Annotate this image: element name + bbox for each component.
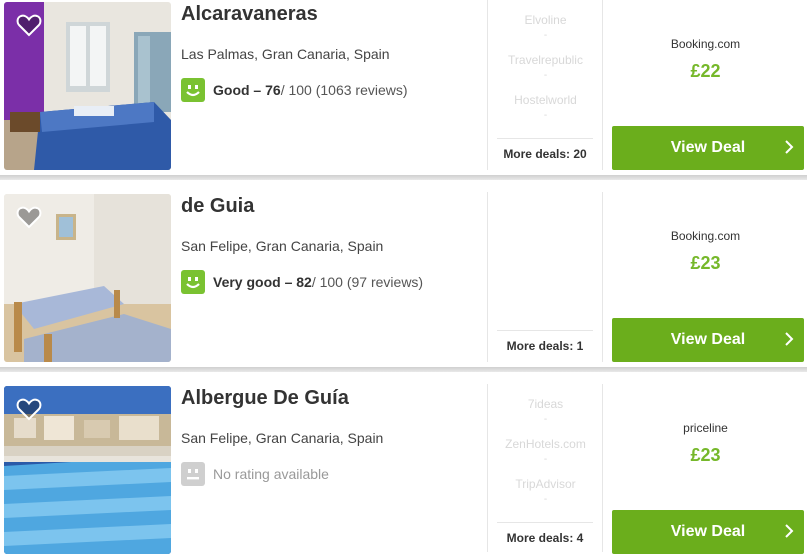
card-divider	[0, 175, 807, 180]
deal-price: £22	[690, 61, 721, 81]
smiley-icon	[181, 270, 205, 294]
partner-name[interactable]: Travelrepublic	[488, 53, 603, 67]
view-deal-label: View Deal	[670, 523, 746, 540]
hotel-name[interactable]: de Guia	[181, 195, 254, 218]
smiley-icon	[181, 78, 205, 102]
heart-icon[interactable]	[16, 396, 42, 422]
hotel-photo[interactable]	[4, 2, 171, 170]
rating: Good – 76 / 100 (1063 reviews)	[181, 78, 408, 102]
other-partners: More deals: 1	[487, 192, 603, 362]
hotel-location: San Felipe, Gran Canaria, Spain	[181, 238, 384, 254]
more-deals-link[interactable]: More deals: 4	[497, 522, 593, 545]
deal-price: £23	[690, 253, 721, 273]
hotel-card: Albergue De Guía San Felipe, Gran Canari…	[0, 384, 807, 556]
partner-divider: -	[543, 414, 548, 425]
deal-price: £23	[690, 445, 721, 465]
view-deal-label: View Deal	[670, 139, 746, 156]
partner-divider: -	[543, 70, 548, 81]
partner-divider: -	[543, 110, 548, 121]
rating-reviews: / 100 (1063 reviews)	[280, 82, 408, 98]
rating-score: Good – 76	[213, 82, 281, 98]
deal-provider: priceline	[683, 421, 728, 435]
partner-divider: -	[543, 30, 548, 41]
deal-provider: Booking.com	[670, 37, 741, 51]
rating: No rating available	[181, 462, 329, 486]
partner-name[interactable]: Hostelworld	[488, 93, 603, 107]
view-deal-button[interactable]: View Deal	[612, 510, 804, 554]
hotel-photo[interactable]	[4, 194, 171, 362]
hotel-name[interactable]: Albergue De Guía	[181, 387, 349, 410]
view-deal-label: View Deal	[670, 331, 746, 348]
hotel-location: Las Palmas, Gran Canaria, Spain	[181, 46, 390, 62]
partner-divider: -	[543, 454, 548, 465]
other-partners: 7ideas - ZenHotels.com - TripAdvisor - M…	[487, 384, 603, 552]
hotel-name[interactable]: Alcaravaneras	[181, 3, 318, 26]
hotel-card: de Guia San Felipe, Gran Canaria, Spain …	[0, 192, 807, 372]
view-deal-button[interactable]: View Deal	[612, 126, 804, 170]
partner-name[interactable]: Elvoline	[488, 13, 603, 27]
partner-name[interactable]: TripAdvisor	[488, 477, 603, 491]
more-deals-link[interactable]: More deals: 20	[497, 138, 593, 161]
hotel-photo[interactable]	[4, 386, 171, 554]
no-rating-text: No rating available	[213, 466, 329, 482]
rating-reviews: / 100 (97 reviews)	[311, 274, 424, 290]
chevron-right-icon	[785, 524, 794, 538]
rating: Very good – 82 / 100 (97 reviews)	[181, 270, 423, 294]
partner-name[interactable]: 7ideas	[488, 397, 603, 411]
rating-score: Very good – 82	[213, 274, 312, 290]
partner-divider: -	[543, 494, 548, 505]
smiley-icon	[181, 462, 205, 486]
hotel-card: Alcaravaneras Las Palmas, Gran Canaria, …	[0, 0, 807, 180]
card-divider	[0, 367, 807, 372]
heart-icon[interactable]	[16, 12, 42, 38]
other-partners: Elvoline - Travelrepublic - Hostelworld …	[487, 0, 603, 170]
heart-icon[interactable]	[16, 204, 42, 230]
partner-name[interactable]: ZenHotels.com	[488, 437, 603, 451]
more-deals-link[interactable]: More deals: 1	[497, 330, 593, 353]
view-deal-button[interactable]: View Deal	[612, 318, 804, 362]
hotel-location: San Felipe, Gran Canaria, Spain	[181, 430, 384, 446]
deal-provider: Booking.com	[670, 229, 741, 243]
chevron-right-icon	[785, 332, 794, 346]
chevron-right-icon	[785, 140, 794, 154]
